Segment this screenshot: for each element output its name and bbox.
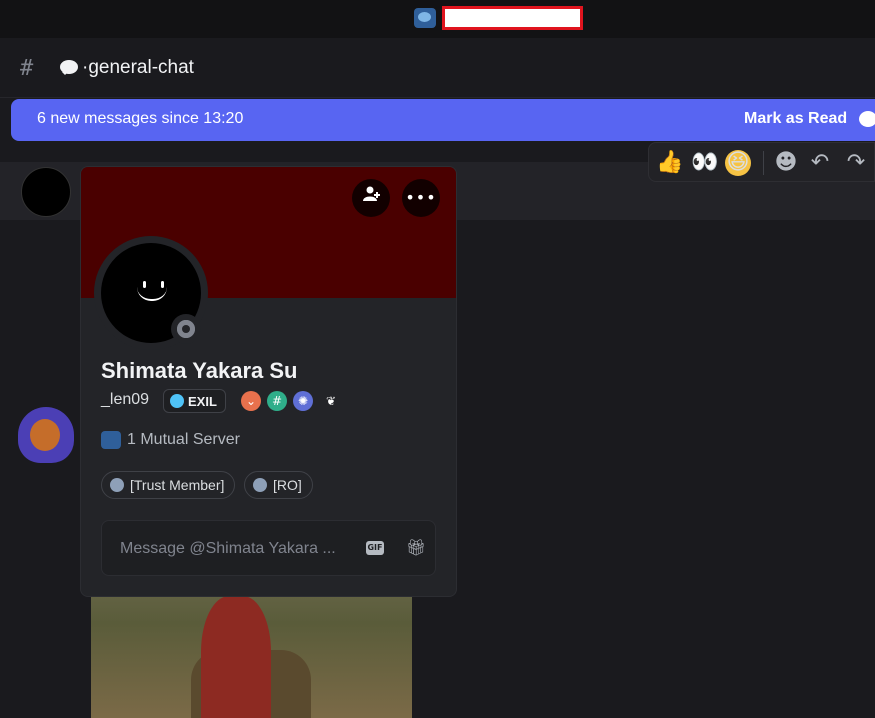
thumbs-up-reaction-button[interactable]: 👍 [656, 150, 683, 176]
add-friend-button[interactable] [352, 179, 390, 217]
avatar-face [30, 419, 60, 451]
channel-header: # ·general-chat [0, 38, 875, 98]
more-options-button[interactable]: ••• [402, 179, 440, 217]
guild-tag[interactable]: EXIL [163, 389, 226, 413]
eyes-reaction-button[interactable]: 👀 [691, 150, 718, 176]
skull-icon [170, 394, 184, 408]
message-input[interactable] [120, 538, 350, 560]
status-offline-icon [171, 314, 201, 344]
avatar[interactable] [21, 167, 71, 217]
divider [763, 151, 764, 175]
hash-lock-icon: # [20, 56, 34, 81]
mutual-servers-label: 1 Mutual Server [127, 431, 240, 448]
role-label: [Trust Member] [130, 477, 225, 493]
role-label: [RO] [273, 477, 302, 493]
status-dot [182, 325, 190, 333]
role-pill[interactable]: [Trust Member] [101, 471, 236, 499]
role-color-dot [110, 478, 124, 492]
leaf-badge-icon[interactable]: ❦ [321, 391, 341, 411]
forward-icon[interactable]: ↷ [843, 150, 869, 176]
mark-read-icon[interactable] [859, 111, 875, 127]
direct-message-box: GIF 🎁︎ [101, 520, 436, 576]
channel-name: ·general-chat [82, 57, 194, 78]
avatar[interactable] [16, 405, 76, 463]
role-color-dot [253, 478, 267, 492]
message-actions-bar: 👍 👀 😆 ☻ ↶ ↷ [648, 142, 875, 182]
mark-as-read-button[interactable]: Mark as Read [744, 110, 847, 128]
hypesquad-badge-icon[interactable]: ⌄ [241, 391, 261, 411]
image-figure [201, 596, 271, 718]
mutual-servers[interactable]: 1 Mutual Server [101, 431, 240, 449]
reply-icon[interactable]: ↶ [807, 150, 833, 176]
avatar-smile [137, 287, 167, 301]
server-icon [414, 8, 436, 28]
username[interactable]: _len09 [101, 391, 149, 409]
new-messages-text[interactable]: 6 new messages since 13:20 [37, 110, 243, 128]
gif-icon[interactable]: GIF [366, 541, 384, 555]
display-name[interactable]: Shimata Yakara Su [101, 358, 298, 384]
guild-tag-label: EXIL [188, 393, 217, 409]
server-icon [101, 431, 121, 449]
add-reaction-icon[interactable]: ☻ [773, 150, 799, 176]
gift-icon[interactable]: 🎁︎ [406, 539, 426, 557]
window-titlebar [0, 0, 875, 38]
user-profile-popout: ••• Shimata Yakara Su _len09 EXIL ⌄ # ✺ … [80, 166, 457, 597]
redacted-server-name [442, 6, 583, 30]
speech-bubble-icon [60, 60, 78, 75]
nitro-badge-icon[interactable]: ✺ [293, 391, 313, 411]
role-pill[interactable]: [RO] [244, 471, 313, 499]
hashtag-badge-icon[interactable]: # [267, 391, 287, 411]
laughing-reaction-button[interactable]: 😆 [725, 150, 751, 176]
add-friend-icon [363, 186, 380, 201]
new-messages-bar[interactable]: 6 new messages since 13:20 Mark as Read [11, 99, 875, 141]
